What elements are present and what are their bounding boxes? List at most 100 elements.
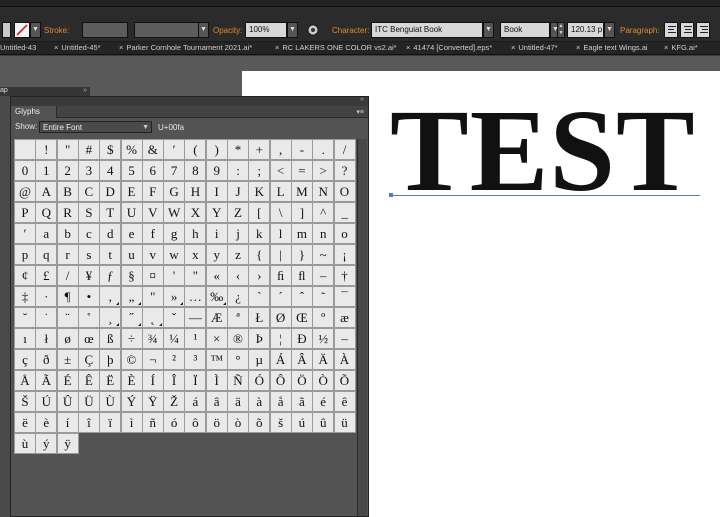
glyph-cell[interactable]: ¦ [269, 328, 292, 349]
glyph-cell[interactable]: ù [14, 433, 36, 454]
glyph-cell[interactable]: º [312, 307, 335, 328]
close-tab-icon[interactable]: × [511, 43, 515, 52]
glyph-cell[interactable]: A [35, 181, 58, 202]
glyph-cell[interactable]: ¯ [333, 286, 356, 307]
glyph-cell[interactable]: k [248, 223, 271, 244]
glyph-cell[interactable]: c [77, 223, 100, 244]
opacity-field[interactable]: 100% [245, 22, 287, 38]
glyph-cell[interactable]: u [120, 244, 143, 265]
glyph-cell[interactable]: Å [14, 370, 36, 391]
glyph-cell[interactable]: " [184, 265, 207, 286]
glyph-cell[interactable]: Œ [290, 307, 313, 328]
variable-width-dropdown[interactable]: ▼ [198, 22, 209, 38]
variable-width-field[interactable] [134, 22, 208, 38]
fill-swatch[interactable] [2, 22, 11, 38]
glyph-cell[interactable]: o [333, 223, 356, 244]
artboard-text[interactable]: TEST [390, 92, 696, 210]
glyph-cell[interactable]: À [333, 349, 356, 370]
glyph-cell[interactable]: D [99, 181, 122, 202]
opacity-dropdown[interactable]: ▼ [287, 22, 298, 38]
glyph-cell[interactable]: É [56, 370, 79, 391]
glyph-cell[interactable]: * [227, 139, 249, 160]
glyph-cell[interactable]: Ò [312, 370, 335, 391]
glyph-cell[interactable]: ã [290, 391, 313, 412]
glyph-cell[interactable]: ~ [312, 244, 335, 265]
glyph-cell[interactable]: ˝ [120, 307, 143, 328]
glyph-cell[interactable]: ó [163, 412, 186, 433]
glyph-cell[interactable]: 8 [184, 160, 207, 181]
glyph-cell[interactable]: Ñ [227, 370, 249, 391]
glyph-cell[interactable]: x [184, 244, 207, 265]
glyph-cell[interactable]: @ [14, 181, 36, 202]
glyph-cell[interactable]: – [312, 265, 335, 286]
glyph-cell[interactable]: Ù [99, 391, 122, 412]
glyph-cell[interactable]: Ł [248, 307, 271, 328]
glyph-cell[interactable]: ! [35, 139, 58, 160]
glyph-cell[interactable]: ' [163, 265, 186, 286]
glyph-cell[interactable]: Ó [248, 370, 271, 391]
close-tab-icon[interactable]: × [54, 43, 58, 52]
glyph-cell[interactable]: d [99, 223, 122, 244]
glyph-cell[interactable]: š [269, 412, 292, 433]
glyph-cell[interactable]: è [35, 412, 58, 433]
glyph-cell[interactable]: î [77, 412, 100, 433]
glyph-cell[interactable]: < [269, 160, 292, 181]
glyph-cell[interactable]: ˜ [312, 286, 335, 307]
glyph-cell[interactable]: | [269, 244, 292, 265]
align-right-icon[interactable] [696, 22, 710, 38]
glyph-cell[interactable]: ¬ [141, 349, 164, 370]
glyph-cell[interactable]: œ [77, 328, 100, 349]
glyph-cell[interactable]: Þ [248, 328, 271, 349]
glyph-cell[interactable]: / [56, 265, 79, 286]
glyph-cell[interactable]: ′ [14, 223, 36, 244]
glyph-cell[interactable]: ] [290, 202, 313, 223]
glyph-cell[interactable]: ô [184, 412, 207, 433]
align-left-icon[interactable] [664, 22, 678, 38]
glyph-cell[interactable]: ° [227, 349, 249, 370]
document-tab[interactable]: Untitled-43 [0, 42, 36, 54]
glyph-cell[interactable]: ¤ [141, 265, 164, 286]
glyph-cell[interactable]: Ÿ [141, 391, 164, 412]
align-center-icon[interactable] [680, 22, 694, 38]
glyph-cell[interactable]: È [120, 370, 143, 391]
glyph-cell[interactable]: ÿ [56, 433, 79, 454]
glyph-cell[interactable]: = [290, 160, 313, 181]
glyph-cell[interactable]: G [163, 181, 186, 202]
glyph-cell[interactable]: { [248, 244, 271, 265]
stroke-swatch[interactable] [14, 22, 30, 38]
show-select[interactable]: Entire Font ▼ [39, 121, 152, 133]
glyph-cell[interactable]: Ü [77, 391, 100, 412]
glyph-cell[interactable]: V [141, 202, 164, 223]
glyph-cell[interactable]: z [227, 244, 249, 265]
glyph-cell[interactable]: Ê [77, 370, 100, 391]
font-size-stepper[interactable]: ▲ ▼ [557, 22, 565, 38]
glyph-cell[interactable]: • [77, 286, 100, 307]
glyph-cell[interactable]: Ú [35, 391, 58, 412]
stroke-swatch-dropdown[interactable]: ▼ [30, 22, 41, 38]
glyph-cell[interactable]: ł [35, 328, 58, 349]
glyph-cell[interactable]: h [184, 223, 207, 244]
glyph-cell[interactable]: ˘ [14, 307, 36, 328]
glyph-cell[interactable]: ¼ [163, 328, 186, 349]
glyph-cell[interactable]: · [35, 286, 58, 307]
glyph-cell[interactable]: Ã [35, 370, 58, 391]
glyph-cell[interactable]: m [290, 223, 313, 244]
glyph-cell[interactable]: w [163, 244, 186, 265]
close-tab-icon[interactable]: × [406, 43, 410, 52]
glyph-cell[interactable]: Õ [333, 370, 356, 391]
glyph-cell[interactable]: N [312, 181, 335, 202]
glyph-cell[interactable]: s [77, 244, 100, 265]
font-family-field[interactable]: ITC Benguiat Book [371, 22, 483, 38]
glyph-cell[interactable]: … [184, 286, 207, 307]
glyph-cell[interactable]: û [312, 412, 335, 433]
glyph-cell[interactable]: Û [56, 391, 79, 412]
glyph-cell[interactable]: E [120, 181, 143, 202]
glyph-cell[interactable]: ¢ [14, 265, 36, 286]
glyph-cell[interactable]: v [141, 244, 164, 265]
glyph-cell[interactable]: ÷ [120, 328, 143, 349]
glyph-cell[interactable]: Ö [290, 370, 313, 391]
glyph-cell[interactable]: » [163, 286, 186, 307]
glyph-cell[interactable]: , [99, 286, 122, 307]
glyph-cell[interactable]: 5 [120, 160, 143, 181]
glyph-cell[interactable]: & [141, 139, 164, 160]
